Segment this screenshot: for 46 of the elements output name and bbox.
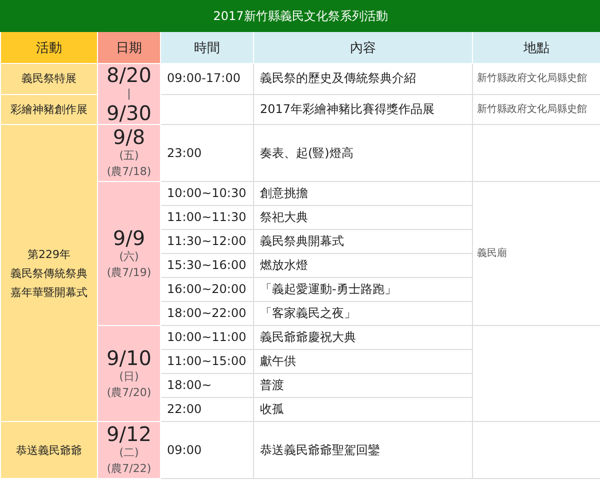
- date-line: |: [126, 86, 132, 102]
- date-line: 8/20: [106, 64, 152, 86]
- table-cell: 18:00~22:00: [160, 302, 254, 326]
- table-cell: 23:00: [160, 124, 254, 182]
- activity-line: 義民祭傳統祭典: [10, 266, 88, 282]
- date-line: 9/10: [106, 346, 152, 368]
- date-line: 9/12: [106, 423, 152, 445]
- date-line: (農7/22): [106, 461, 152, 477]
- table-cell: 18:00~: [160, 374, 254, 398]
- date-line: (五): [118, 148, 140, 164]
- table-cell: 義民祭特展: [0, 64, 98, 94]
- table-cell: 11:00~15:00: [160, 350, 254, 374]
- date-line: 9/9: [112, 226, 146, 248]
- activity-line: 第229年: [26, 246, 72, 262]
- table-cell: 恭送義民爺爺: [0, 422, 98, 478]
- table-cell: 09:00-17:00: [160, 64, 254, 94]
- table-cell: 義民祭的歷史及傳統祭典介紹: [254, 64, 472, 94]
- table-cell: 恭送義民爺爺聖駕回鑾: [254, 422, 472, 478]
- column-header: 活動: [0, 32, 98, 64]
- table-cell: 奏表、起(豎)燈高: [254, 124, 472, 182]
- table-cell: 10:00~10:30: [160, 182, 254, 206]
- column-header: 日期: [98, 32, 160, 64]
- table-cell: 16:00~20:00: [160, 278, 254, 302]
- table-cell: 15:30~16:00: [160, 254, 254, 278]
- activity-line: 嘉年華暨開幕式: [10, 284, 88, 300]
- column-header: 時間: [160, 32, 254, 64]
- date-line: (二): [118, 445, 140, 461]
- table-cell: 09:00: [160, 422, 254, 478]
- table-title: 2017新竹縣義民文化祭系列活動: [0, 0, 600, 32]
- date-line: (農7/20): [106, 384, 152, 400]
- table-cell: 11:00~11:30: [160, 206, 254, 230]
- date-line: (農7/19): [106, 264, 152, 280]
- table-cell: 義民爺爺慶祝大典: [254, 326, 472, 350]
- date-line: 9/8: [112, 126, 146, 148]
- date-line: (日): [118, 368, 140, 384]
- table-cell: 11:30~12:00: [160, 230, 254, 254]
- table-cell: 彩繪神豬創作展: [0, 94, 98, 124]
- date-line: 9/30: [106, 102, 152, 124]
- table-cell: 22:00: [160, 398, 254, 422]
- table-cell: 創意挑擔: [254, 182, 472, 206]
- date-line: (農7/18): [106, 164, 152, 180]
- column-header: 地點: [472, 32, 600, 64]
- date-line: (六): [118, 248, 140, 264]
- table-cell: 10:00~11:00: [160, 326, 254, 350]
- column-header: 內容: [254, 32, 472, 64]
- table-cell: 2017年彩繪神豬比賽得獎作品展: [254, 94, 472, 124]
